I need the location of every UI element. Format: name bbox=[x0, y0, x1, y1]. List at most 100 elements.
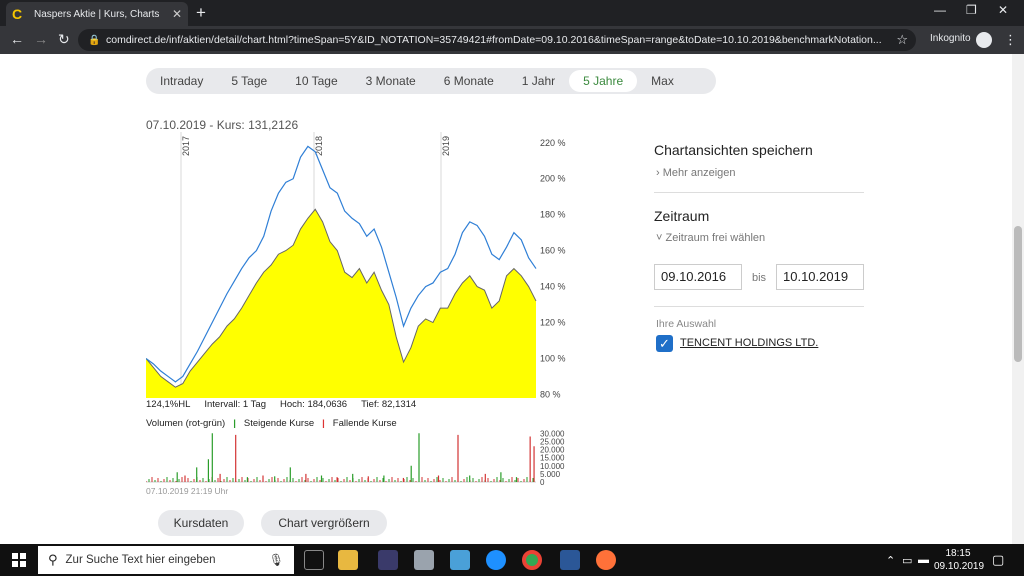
volume-label: Volumen (rot-grün) bbox=[146, 418, 226, 429]
zeitraum-select-label: Zeitraum frei wählen bbox=[665, 232, 766, 244]
window-close-icon[interactable]: ✕ bbox=[998, 3, 1008, 17]
rising-marker: | bbox=[233, 418, 236, 429]
zeitraum-title: Zeitraum bbox=[654, 208, 710, 224]
y-tick-label: 220 % bbox=[540, 138, 566, 148]
tray-chevron-up-icon[interactable]: ⌃ bbox=[886, 554, 895, 567]
more-link-label: Mehr anzeigen bbox=[662, 167, 736, 179]
tencent-checkbox[interactable]: ✓ bbox=[656, 335, 673, 352]
tray-app-icon[interactable]: ▭ bbox=[902, 554, 912, 567]
stat-low: Tief: 82,1314 bbox=[361, 399, 417, 410]
x-tick-label: 2019 bbox=[441, 136, 451, 156]
kursdaten-button[interactable]: Kursdaten bbox=[158, 510, 244, 536]
zeitraum-select-link[interactable]: ˅ Zeitraum frei wählen bbox=[656, 232, 765, 244]
quote-date: 07.10.2019 bbox=[146, 118, 207, 132]
from-date-input[interactable]: 09.10.2016 bbox=[654, 264, 742, 290]
back-icon[interactable]: ← bbox=[10, 31, 24, 47]
taskbar-clock[interactable]: 18:15 09.10.2019 bbox=[934, 547, 985, 573]
chart-stats: 124,1%HL Intervall: 1 Tag Hoch: 184,0636… bbox=[146, 399, 416, 410]
notification-icon[interactable]: ▢ bbox=[992, 552, 1004, 568]
y-tick-label: 160 % bbox=[540, 246, 566, 256]
quote-price: - Kurs: 131,2126 bbox=[209, 118, 299, 132]
incognito-icon[interactable] bbox=[976, 32, 992, 48]
taskbar-search[interactable]: ⚲ Zur Suche Text hier eingeben 🎙 bbox=[38, 546, 294, 574]
range-tab-3-monate[interactable]: 3 Monate bbox=[352, 70, 430, 92]
clock-time: 18:15 bbox=[945, 548, 971, 559]
page-content: Intraday 5 Tage 10 Tage 3 Monate 6 Monate 1 J… bbox=[0, 54, 1024, 544]
range-tab-max[interactable]: Max bbox=[637, 70, 688, 92]
bookmark-star-icon[interactable]: ☆ bbox=[896, 32, 908, 48]
more-link[interactable]: › Mehr anzeigen bbox=[656, 167, 736, 179]
new-tab-icon[interactable]: + bbox=[196, 3, 206, 23]
range-tab-intraday[interactable]: Intraday bbox=[146, 70, 217, 92]
task-view-icon[interactable] bbox=[304, 550, 324, 570]
scrollbar-thumb[interactable] bbox=[1014, 226, 1022, 362]
forward-icon[interactable]: → bbox=[34, 31, 48, 47]
stat-high: Hoch: 184,0636 bbox=[280, 399, 348, 410]
save-views-title: Chartansichten speichern bbox=[654, 142, 813, 158]
quote-line: 07.10.2019 - Kurs: 131,2126 bbox=[146, 118, 298, 132]
chrome-icon[interactable] bbox=[522, 550, 542, 570]
y-tick-label: 100 % bbox=[540, 353, 566, 363]
chevron-right-icon: › bbox=[656, 167, 660, 179]
app-icon-3[interactable] bbox=[486, 550, 506, 570]
to-date-input[interactable]: 10.10.2019 bbox=[776, 264, 864, 290]
file-explorer-icon[interactable] bbox=[338, 550, 358, 570]
taskbar-search-placeholder: Zur Suche Text hier eingeben bbox=[65, 554, 216, 566]
price-chart[interactable]: 2017 2018 201980 %100 %120 %140 %160 %180 … bbox=[146, 132, 586, 398]
browser-tab-bar: C Naspers Aktie | Kurs, Charts & Er ✕ + … bbox=[0, 0, 1024, 26]
comdirect-favicon-icon: C bbox=[12, 6, 23, 22]
range-tab-5-jahre[interactable]: 5 Jahre bbox=[569, 70, 638, 92]
lock-icon: 🔒 bbox=[88, 35, 101, 46]
tab-title: Naspers Aktie | Kurs, Charts & Er bbox=[34, 8, 162, 20]
range-tab-5-tage[interactable]: 5 Tage bbox=[217, 70, 281, 92]
page-scrollbar[interactable] bbox=[1012, 54, 1024, 544]
stat-hl: 124,1%HL bbox=[146, 399, 191, 410]
tencent-link[interactable]: TENCENT HOLDINGS LTD. bbox=[680, 337, 818, 349]
chart-enlarge-button[interactable]: Chart vergrößern bbox=[261, 510, 387, 536]
y-tick-label: 180 % bbox=[540, 210, 566, 220]
app-icon-4[interactable] bbox=[560, 550, 580, 570]
browser-tab[interactable]: C Naspers Aktie | Kurs, Charts & Er ✕ bbox=[6, 2, 188, 26]
falling-label: Fallende Kurse bbox=[332, 418, 397, 429]
browser-menu-icon[interactable]: ⋮ bbox=[1004, 32, 1017, 48]
bis-label: bis bbox=[752, 272, 767, 284]
windows-start-icon[interactable] bbox=[12, 553, 26, 567]
browser-toolbar: ← → ↻ 🔒 comdirect.de/inf/aktien/detail/c… bbox=[0, 26, 1024, 54]
chevron-down-icon: ˅ bbox=[656, 232, 663, 244]
tab-close-icon[interactable]: ✕ bbox=[172, 7, 182, 21]
clock-date: 09.10.2019 bbox=[934, 561, 985, 572]
x-tick-label: 2017 bbox=[181, 136, 191, 156]
microphone-icon[interactable]: 🎙 bbox=[269, 553, 284, 567]
app-icon-1[interactable] bbox=[378, 550, 398, 570]
range-tab-6-monate[interactable]: 6 Monate bbox=[430, 70, 508, 92]
firefox-icon[interactable] bbox=[596, 550, 616, 570]
divider bbox=[654, 192, 864, 193]
y-tick-label: 140 % bbox=[540, 282, 566, 292]
restore-icon[interactable]: ❐ bbox=[966, 3, 977, 17]
windows-taskbar: ⚲ Zur Suche Text hier eingeben 🎙 ⌃ ▭ ▬ 🔊… bbox=[0, 544, 1024, 576]
divider bbox=[654, 306, 864, 307]
time-range-selector: Intraday 5 Tage 10 Tage 3 Monate 6 Monate 1 J… bbox=[146, 68, 716, 94]
y-tick-label: 200 % bbox=[540, 174, 566, 184]
url-text[interactable]: comdirect.de/inf/aktien/detail/chart.htm… bbox=[106, 34, 886, 46]
app-icon-2[interactable] bbox=[450, 550, 470, 570]
volume-chart: 30.00025.00020.00015.00010.0005.0000 bbox=[146, 430, 565, 486]
rising-label: Steigende Kurse bbox=[243, 418, 315, 429]
chart-timestamp: 07.10.2019 21:19 Uhr bbox=[146, 486, 229, 496]
range-tab-1-jahr[interactable]: 1 Jahr bbox=[508, 70, 569, 92]
minimize-icon[interactable]: — bbox=[934, 3, 946, 17]
stat-interval: Intervall: 1 Tag bbox=[204, 399, 266, 410]
address-bar[interactable]: 🔒 comdirect.de/inf/aktien/detail/chart.h… bbox=[78, 29, 916, 51]
range-tab-10-tage[interactable]: 10 Tage bbox=[281, 70, 352, 92]
calculator-icon[interactable] bbox=[414, 550, 434, 570]
volume-tick-label: 0 bbox=[540, 478, 545, 486]
selection-label: Ihre Auswahl bbox=[656, 318, 717, 330]
volume-legend: Volumen (rot-grün) | Steigende Kurse | F… bbox=[146, 418, 397, 429]
network-icon[interactable]: ▬ bbox=[918, 554, 929, 566]
reload-icon[interactable]: ↻ bbox=[58, 31, 70, 48]
search-icon: ⚲ bbox=[48, 552, 58, 567]
checkmark-icon: ✓ bbox=[659, 336, 670, 351]
naspers-area bbox=[146, 209, 536, 398]
y-tick-label: 80 % bbox=[540, 389, 561, 398]
falling-marker: | bbox=[322, 418, 325, 429]
